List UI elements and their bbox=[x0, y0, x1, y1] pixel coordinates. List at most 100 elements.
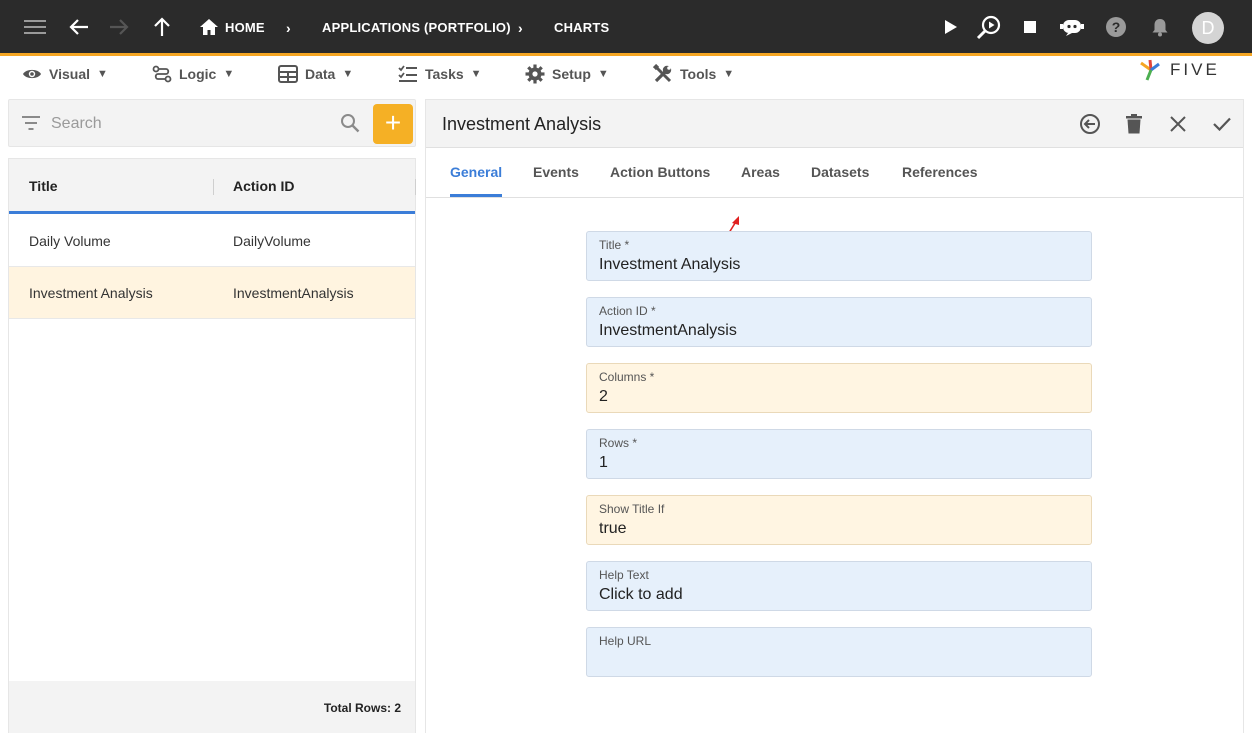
logo-text: FIVE bbox=[1170, 60, 1220, 79]
column-divider bbox=[213, 179, 214, 195]
avatar[interactable]: D bbox=[1192, 12, 1224, 44]
table-row[interactable]: Investment Analysis InvestmentAnalysis bbox=[9, 267, 415, 319]
checklist-icon bbox=[398, 65, 417, 82]
field-help-text-value: Click to add bbox=[599, 586, 683, 603]
search-input[interactable] bbox=[51, 112, 331, 136]
table-row[interactable]: Daily Volume DailyVolume bbox=[9, 215, 415, 267]
field-action-id-label: Action ID * bbox=[599, 304, 656, 318]
cell-title: Daily Volume bbox=[29, 233, 111, 249]
form-panel: Investment Analysis General Events Actio… bbox=[425, 99, 1244, 733]
caret-down-icon: ▼ bbox=[597, 68, 609, 80]
field-help-url-label: Help URL bbox=[599, 634, 652, 648]
flow-icon bbox=[152, 65, 172, 83]
menu-tools[interactable]: Tools ▼ bbox=[653, 62, 734, 86]
cell-action-id: InvestmentAnalysis bbox=[233, 285, 354, 301]
menu-bar: Visual ▼ Logic ▼ Data ▼ Tasks ▼ Setup ▼ Tools… bbox=[0, 56, 1252, 92]
stop-icon[interactable] bbox=[1017, 14, 1043, 40]
column-header-title[interactable]: Title bbox=[29, 178, 58, 194]
table-icon bbox=[278, 65, 298, 83]
breadcrumb-applications[interactable]: APPLICATIONS (PORTFOLIO) bbox=[322, 20, 511, 35]
help-icon[interactable]: ? bbox=[1103, 14, 1129, 40]
gear-icon bbox=[525, 64, 545, 84]
total-rows: Total Rows: 2 bbox=[323, 701, 401, 715]
cell-action-id: DailyVolume bbox=[233, 233, 311, 249]
forward-arrow-icon bbox=[106, 14, 132, 40]
menu-logic-label: Logic bbox=[179, 66, 217, 82]
form-title: Investment Analysis bbox=[442, 114, 602, 134]
field-rows-label: Rows * bbox=[599, 436, 638, 450]
column-header-action-id[interactable]: Action ID bbox=[233, 178, 294, 194]
caret-down-icon: ▼ bbox=[470, 68, 482, 80]
menu-visual[interactable]: Visual ▼ bbox=[22, 62, 108, 86]
up-arrow-icon[interactable] bbox=[149, 14, 175, 40]
play-icon[interactable] bbox=[938, 14, 964, 40]
delete-icon[interactable] bbox=[1122, 112, 1146, 136]
menu-visual-label: Visual bbox=[49, 66, 90, 82]
list-footer: Total Rows: 2 bbox=[9, 681, 415, 733]
field-action-id-value: InvestmentAnalysis bbox=[599, 322, 737, 339]
tab-general[interactable]: General bbox=[450, 164, 502, 180]
record-list: Title Action ID Daily Volume DailyVolume… bbox=[8, 158, 416, 733]
field-action-id[interactable]: Action ID * InvestmentAnalysis bbox=[586, 297, 1092, 347]
menu-logic[interactable]: Logic ▼ bbox=[152, 62, 234, 86]
search-bar: + bbox=[8, 99, 416, 147]
search-run-icon[interactable] bbox=[976, 14, 1002, 40]
top-app-bar: HOME › APPLICATIONS (PORTFOLIO) › CHARTS… bbox=[0, 0, 1252, 56]
five-logo-icon bbox=[1140, 59, 1160, 81]
field-title[interactable]: Title * Investment Analysis bbox=[586, 231, 1092, 281]
caret-down-icon: ▼ bbox=[342, 68, 354, 80]
menu-data[interactable]: Data ▼ bbox=[278, 62, 353, 86]
home-icon[interactable] bbox=[196, 14, 222, 40]
eye-icon bbox=[23, 69, 41, 79]
form-header: Investment Analysis bbox=[426, 100, 1243, 148]
history-icon[interactable] bbox=[1078, 112, 1102, 136]
cell-title: Investment Analysis bbox=[29, 285, 153, 301]
menu-tasks-label: Tasks bbox=[425, 66, 464, 82]
svg-text:?: ? bbox=[1112, 19, 1121, 35]
field-rows-value: 1 bbox=[599, 454, 608, 471]
filter-icon[interactable] bbox=[22, 116, 40, 135]
menu-icon[interactable] bbox=[22, 14, 48, 40]
field-help-text-label: Help Text bbox=[599, 568, 649, 582]
search-icon[interactable] bbox=[340, 113, 360, 138]
five-logo: FIVE bbox=[1138, 58, 1232, 82]
menu-tasks[interactable]: Tasks ▼ bbox=[398, 62, 482, 86]
back-arrow-icon[interactable] bbox=[66, 14, 92, 40]
field-help-url[interactable]: Help URL bbox=[586, 627, 1092, 677]
tab-datasets[interactable]: Datasets bbox=[811, 164, 869, 180]
breadcrumb-charts[interactable]: CHARTS bbox=[554, 20, 609, 35]
add-button[interactable]: + bbox=[373, 104, 413, 144]
tab-references[interactable]: References bbox=[902, 164, 978, 180]
breadcrumb-separator-icon: › bbox=[286, 20, 291, 36]
menu-tools-label: Tools bbox=[680, 66, 717, 82]
field-columns-label: Columns * bbox=[599, 370, 655, 384]
tab-areas[interactable]: Areas bbox=[741, 164, 780, 180]
save-check-icon[interactable] bbox=[1210, 112, 1234, 136]
menu-setup-label: Setup bbox=[552, 66, 591, 82]
tab-action-buttons[interactable]: Action Buttons bbox=[610, 164, 710, 180]
field-title-label: Title * bbox=[599, 238, 630, 252]
list-header: Title Action ID bbox=[9, 159, 416, 214]
form-tabs: General Events Action Buttons Areas Data… bbox=[426, 148, 1243, 245]
field-columns-value: 2 bbox=[599, 388, 608, 405]
breadcrumb-home[interactable]: HOME bbox=[225, 20, 265, 35]
column-divider bbox=[415, 179, 416, 195]
field-help-text[interactable]: Help Text Click to add bbox=[586, 561, 1092, 611]
chat-bot-icon[interactable] bbox=[1059, 14, 1085, 40]
caret-down-icon: ▼ bbox=[223, 68, 235, 80]
caret-down-icon: ▼ bbox=[723, 68, 735, 80]
wrench-icon bbox=[653, 64, 672, 83]
breadcrumb-separator-icon: › bbox=[518, 20, 523, 36]
field-rows[interactable]: Rows * 1 bbox=[586, 429, 1092, 479]
field-show-title-if[interactable]: Show Title If true bbox=[586, 495, 1092, 545]
tab-events[interactable]: Events bbox=[533, 164, 579, 180]
field-show-title-if-value: true bbox=[599, 520, 627, 537]
close-icon[interactable] bbox=[1166, 112, 1190, 136]
active-tab-indicator bbox=[450, 194, 502, 197]
caret-down-icon: ▼ bbox=[97, 68, 108, 80]
menu-setup[interactable]: Setup ▼ bbox=[525, 62, 609, 86]
field-columns[interactable]: Columns * 2 bbox=[586, 363, 1092, 413]
bell-icon[interactable] bbox=[1147, 14, 1173, 40]
field-title-value: Investment Analysis bbox=[599, 256, 741, 273]
field-show-title-if-label: Show Title If bbox=[599, 502, 665, 516]
